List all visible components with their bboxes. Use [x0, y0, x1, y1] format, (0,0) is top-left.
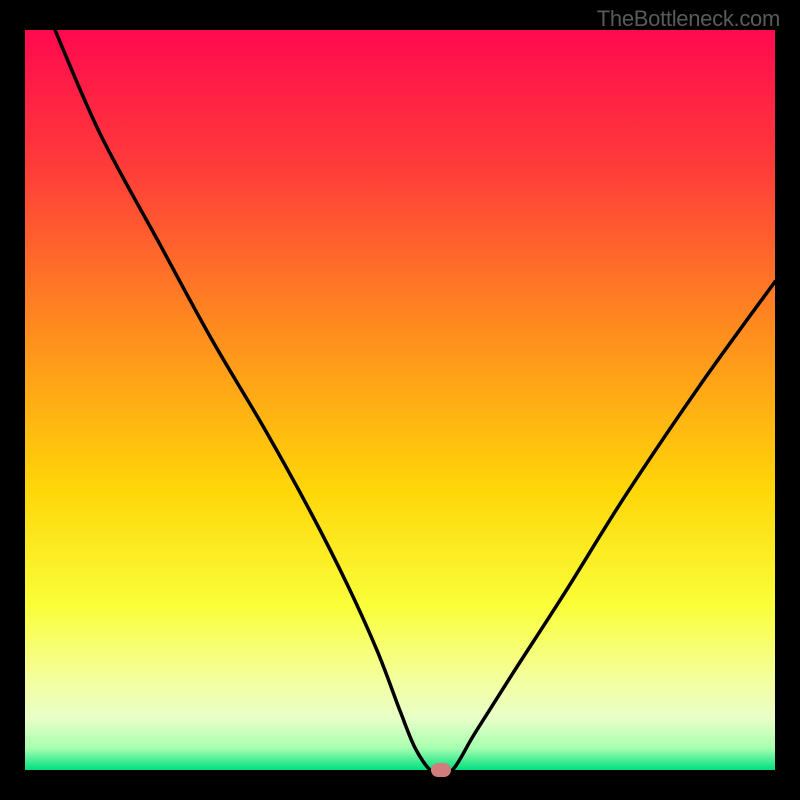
plot-area	[25, 30, 775, 770]
bottleneck-curve	[25, 30, 775, 770]
chart-container: TheBottleneck.com	[0, 0, 800, 800]
watermark-text: TheBottleneck.com	[597, 6, 780, 32]
optimal-point-marker	[431, 763, 451, 777]
